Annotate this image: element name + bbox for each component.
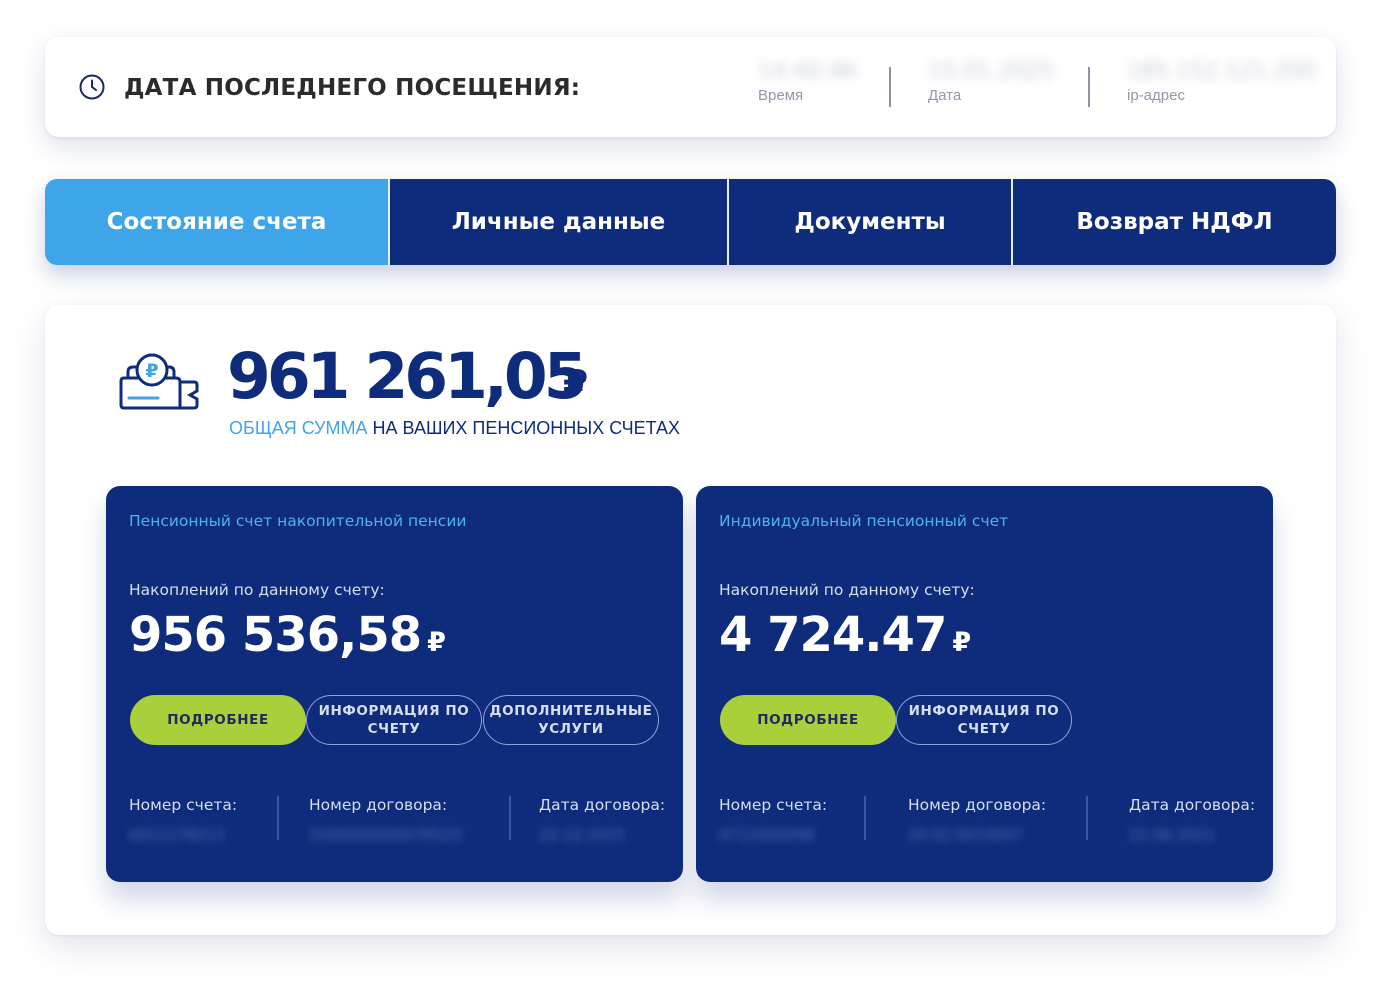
contract-number: Номер договора: 20.02.0010007 bbox=[908, 796, 1046, 844]
details-button[interactable]: ПОДРОБНЕЕ bbox=[720, 695, 896, 745]
tab-documents[interactable]: Документы bbox=[727, 179, 1011, 265]
total-amount: 961 261,05 bbox=[227, 340, 588, 413]
additional-services-button[interactable]: ДОПОЛНИТЕЛЬНЫЕ УСЛУГИ bbox=[483, 695, 659, 745]
main-tabs: Состояние счета Личные данные Документы … bbox=[45, 179, 1336, 265]
contract-number-label: Номер договора: bbox=[908, 796, 1047, 814]
divider bbox=[1088, 67, 1090, 107]
account-number-label: Номер счета: bbox=[129, 796, 238, 814]
contract-number-value: 20.02.0010007 bbox=[908, 826, 1023, 844]
svg-text:₽: ₽ bbox=[145, 360, 158, 382]
divider bbox=[889, 67, 891, 107]
visit-ip-label: ip-адрес bbox=[1127, 87, 1185, 104]
divider bbox=[509, 796, 511, 840]
contract-number-value: 1000000000078523 bbox=[309, 826, 462, 844]
account-amount: 956 536,58 ₽ bbox=[129, 607, 446, 663]
visit-time-value: 14:40:46 bbox=[758, 59, 857, 84]
divider bbox=[277, 796, 279, 840]
visit-date-label: Дата bbox=[928, 87, 962, 104]
contract-number-label: Номер договора: bbox=[309, 796, 448, 814]
tab-personal-data[interactable]: Личные данные bbox=[388, 179, 727, 265]
visit-date: 15.01.2025 Дата bbox=[928, 59, 1054, 104]
contract-date-value: 22.12.2015 bbox=[539, 826, 625, 844]
visit-ip-value: 185.152.121.200 bbox=[1127, 59, 1316, 84]
account-number-value: 0711000099 bbox=[719, 826, 815, 844]
contract-date-label: Дата договора: bbox=[1129, 796, 1256, 814]
account-currency: ₽ bbox=[952, 627, 971, 658]
total-currency: ₽ bbox=[563, 363, 589, 404]
account-card-funded-pension: Пенсионный счет накопительной пенсии Нак… bbox=[106, 486, 683, 882]
account-info-button[interactable]: ИНФОРМАЦИЯ ПО СЧЕТУ bbox=[306, 695, 482, 745]
account-currency: ₽ bbox=[427, 627, 446, 658]
total-caption-accent: ОБЩАЯ СУММА bbox=[229, 418, 368, 438]
account-amount-value: 4 724.47 bbox=[719, 607, 947, 663]
details-button[interactable]: ПОДРОБНЕЕ bbox=[130, 695, 306, 745]
visit-date-value: 15.01.2025 bbox=[928, 59, 1054, 84]
tab-account-status[interactable]: Состояние счета bbox=[45, 179, 388, 265]
total-caption: ОБЩАЯ СУММА НА ВАШИХ ПЕНСИОННЫХ СЧЕТАХ bbox=[229, 418, 680, 439]
contract-date: Дата договора: 22.06.2021 bbox=[1129, 796, 1255, 844]
total-caption-rest: НА ВАШИХ ПЕНСИОННЫХ СЧЕТАХ bbox=[367, 418, 681, 438]
last-visit-title: ДАТА ПОСЛЕДНЕГО ПОСЕЩЕНИЯ: bbox=[124, 75, 581, 101]
account-amount: 4 724.47 ₽ bbox=[719, 607, 971, 663]
clock-icon bbox=[79, 74, 105, 100]
visit-ip: 185.152.121.200 ip-адрес bbox=[1127, 59, 1316, 104]
account-title: Пенсионный счет накопительной пенсии bbox=[129, 512, 467, 530]
account-card-individual-pension: Индивидуальный пенсионный счет Накоплени… bbox=[696, 486, 1273, 882]
account-subtitle: Накоплений по данному счету: bbox=[129, 581, 385, 599]
contract-date-value: 22.06.2021 bbox=[1129, 826, 1215, 844]
contract-date: Дата договора: 22.12.2015 bbox=[539, 796, 665, 844]
account-title: Индивидуальный пенсионный счет bbox=[719, 512, 1009, 530]
contract-number: Номер договора: 1000000000078523 bbox=[309, 796, 462, 844]
account-number-label: Номер счета: bbox=[719, 796, 828, 814]
account-amount-value: 956 536,58 bbox=[129, 607, 422, 663]
account-subtitle: Накоплений по данному счету: bbox=[719, 581, 975, 599]
account-info-button[interactable]: ИНФОРМАЦИЯ ПО СЧЕТУ bbox=[896, 695, 1072, 745]
divider bbox=[864, 796, 866, 840]
divider bbox=[1086, 796, 1088, 840]
account-summary-card: ₽ 961 261,05 ₽ ОБЩАЯ СУММА НА ВАШИХ ПЕНС… bbox=[45, 305, 1336, 935]
last-visit-card: ДАТА ПОСЛЕДНЕГО ПОСЕЩЕНИЯ: 14:40:46 Врем… bbox=[45, 37, 1336, 137]
wallet-ruble-icon: ₽ bbox=[119, 353, 199, 410]
visit-time-label: Время bbox=[758, 87, 804, 104]
visit-time: 14:40:46 Время bbox=[758, 59, 857, 104]
account-number-value: 0011178213 bbox=[129, 826, 225, 844]
account-number: Номер счета: 0011178213 bbox=[129, 796, 237, 844]
contract-date-label: Дата договора: bbox=[539, 796, 666, 814]
tab-tax-refund[interactable]: Возврат НДФЛ bbox=[1011, 179, 1336, 265]
account-number: Номер счета: 0711000099 bbox=[719, 796, 827, 844]
